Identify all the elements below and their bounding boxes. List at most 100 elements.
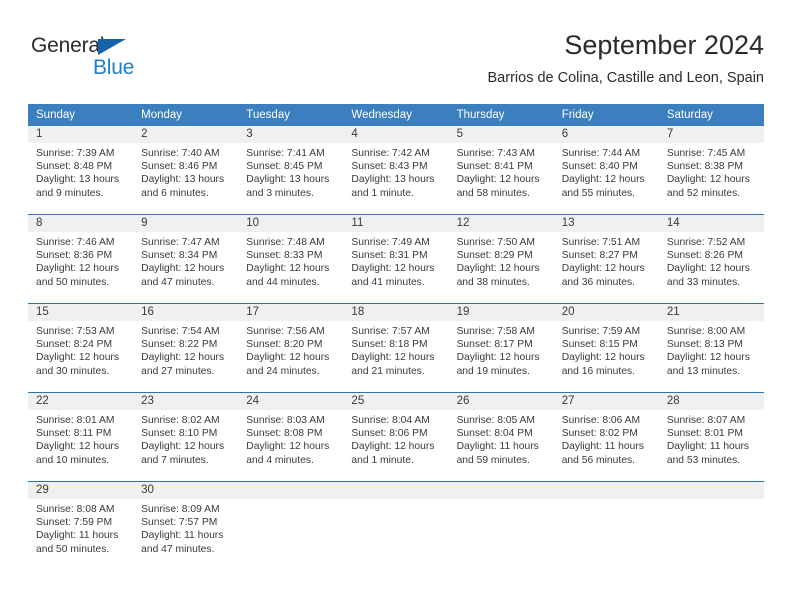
daylight-duration-line2: and 9 minutes. bbox=[36, 187, 104, 199]
calendar-day-cell[interactable]: 11 Sunrise: 7:49 AM Sunset: 8:31 PM Dayligh… bbox=[343, 215, 449, 303]
calendar-day-cell[interactable]: 26 Sunrise: 8:05 AM Sunset: 8:04 PM Dayligh… bbox=[448, 393, 554, 481]
day-number: 13 bbox=[553, 215, 659, 232]
daylight-duration-line1: Daylight: 12 hours bbox=[666, 174, 750, 186]
day-details: Sunrise: 7:51 AM Sunset: 8:27 PM Daylight:… bbox=[554, 232, 659, 289]
sunset-time: Sunset: 7:57 PM bbox=[141, 517, 218, 529]
day-number bbox=[553, 482, 659, 499]
calendar-week-row: 8 Sunrise: 7:46 AM Sunset: 8:36 PM Daylight… bbox=[28, 214, 764, 304]
daylight-duration-line1: Daylight: 12 hours bbox=[246, 441, 330, 453]
weekday-header-wednesday: Wednesday bbox=[343, 104, 449, 126]
sunrise-time: Sunrise: 8:06 AM bbox=[561, 415, 641, 426]
calendar-day-cell[interactable]: 29 Sunrise: 8:08 AM Sunset: 7:59 PM Dayligh… bbox=[28, 482, 134, 570]
page-subtitle: Barrios de Colina, Castille and Leon, Sp… bbox=[487, 70, 764, 86]
day-number: 19 bbox=[448, 304, 554, 321]
sunrise-time: Sunrise: 8:09 AM bbox=[141, 504, 220, 515]
daylight-duration-line2: and 56 minutes. bbox=[561, 454, 635, 466]
calendar-day-cell[interactable]: 9 Sunrise: 7:47 AM Sunset: 8:34 PM Daylight… bbox=[133, 215, 239, 303]
calendar-day-cell[interactable]: 27 Sunrise: 8:06 AM Sunset: 8:02 PM Dayligh… bbox=[553, 393, 659, 481]
daylight-duration-line2: and 33 minutes. bbox=[666, 276, 741, 288]
sunrise-time: Sunrise: 7:58 AM bbox=[456, 326, 535, 337]
calendar-day-cell[interactable]: 14 Sunrise: 7:52 AM Sunset: 8:26 PM Dayligh… bbox=[658, 215, 764, 303]
calendar-day-cell[interactable]: 21 Sunrise: 8:00 AM Sunset: 8:13 PM Dayligh… bbox=[658, 304, 764, 392]
daylight-duration-line1: Daylight: 11 hours bbox=[666, 441, 750, 453]
sunrise-time: Sunrise: 7:48 AM bbox=[246, 237, 325, 248]
calendar-day-cell-empty bbox=[448, 482, 554, 570]
day-number: 27 bbox=[553, 393, 659, 410]
daylight-duration-line2: and 30 minutes. bbox=[36, 365, 110, 377]
day-details: Sunrise: 7:43 AM Sunset: 8:41 PM Daylight:… bbox=[449, 143, 554, 200]
calendar-day-cell[interactable]: 10 Sunrise: 7:48 AM Sunset: 8:33 PM Dayligh… bbox=[238, 215, 344, 303]
day-details: Sunrise: 7:41 AM Sunset: 8:45 PM Daylight:… bbox=[238, 143, 343, 200]
sunrise-time: Sunrise: 8:05 AM bbox=[456, 415, 535, 426]
calendar-day-cell[interactable]: 30 Sunrise: 8:09 AM Sunset: 7:57 PM Dayligh… bbox=[133, 482, 239, 570]
calendar-day-cell[interactable]: 8 Sunrise: 7:46 AM Sunset: 8:36 PM Daylight… bbox=[28, 215, 134, 303]
day-number: 18 bbox=[343, 304, 449, 321]
sunrise-time: Sunrise: 8:00 AM bbox=[666, 326, 746, 337]
day-details: Sunrise: 8:01 AM Sunset: 8:11 PM Daylight:… bbox=[28, 410, 133, 467]
day-number: 12 bbox=[448, 215, 554, 232]
page-title: September 2024 bbox=[564, 30, 764, 60]
day-details: Sunrise: 7:42 AM Sunset: 8:43 PM Daylight:… bbox=[343, 143, 448, 200]
daylight-duration-line1: Daylight: 12 hours bbox=[36, 352, 119, 364]
sunrise-time: Sunrise: 7:52 AM bbox=[666, 237, 746, 248]
daylight-duration-line1: Daylight: 13 hours bbox=[351, 174, 435, 186]
day-number bbox=[448, 482, 554, 499]
calendar-day-cell[interactable]: 18 Sunrise: 7:57 AM Sunset: 8:18 PM Dayligh… bbox=[343, 304, 449, 392]
calendar-day-cell[interactable]: 15 Sunrise: 7:53 AM Sunset: 8:24 PM Dayligh… bbox=[28, 304, 134, 392]
daylight-duration-line2: and 10 minutes. bbox=[36, 454, 110, 466]
weekday-header-monday: Monday bbox=[133, 104, 239, 126]
calendar-day-cell[interactable]: 7 Sunrise: 7:45 AM Sunset: 8:38 PM Daylight… bbox=[658, 126, 764, 214]
daylight-duration-line1: Daylight: 11 hours bbox=[141, 530, 224, 542]
daylight-duration-line1: Daylight: 12 hours bbox=[246, 352, 330, 364]
calendar-day-cell[interactable]: 28 Sunrise: 8:07 AM Sunset: 8:01 PM Dayligh… bbox=[658, 393, 764, 481]
calendar-day-cell[interactable]: 16 Sunrise: 7:54 AM Sunset: 8:22 PM Dayligh… bbox=[133, 304, 239, 392]
sunset-time: Sunset: 8:38 PM bbox=[666, 161, 743, 173]
calendar-day-cell[interactable]: 17 Sunrise: 7:56 AM Sunset: 8:20 PM Dayligh… bbox=[238, 304, 344, 392]
calendar-day-cell[interactable]: 19 Sunrise: 7:58 AM Sunset: 8:17 PM Dayligh… bbox=[448, 304, 554, 392]
calendar-day-cell[interactable]: 12 Sunrise: 7:50 AM Sunset: 8:29 PM Dayligh… bbox=[448, 215, 554, 303]
sunset-time: Sunset: 7:59 PM bbox=[36, 517, 113, 529]
calendar-day-cell[interactable]: 23 Sunrise: 8:02 AM Sunset: 8:10 PM Dayligh… bbox=[133, 393, 239, 481]
calendar-day-cell[interactable]: 4 Sunrise: 7:42 AM Sunset: 8:43 PM Daylight… bbox=[343, 126, 449, 214]
daylight-duration-line1: Daylight: 12 hours bbox=[666, 263, 750, 275]
calendar-day-cell[interactable]: 22 Sunrise: 8:01 AM Sunset: 8:11 PM Dayligh… bbox=[28, 393, 134, 481]
sunset-time: Sunset: 8:18 PM bbox=[351, 339, 428, 351]
sunrise-time: Sunrise: 7:56 AM bbox=[246, 326, 325, 337]
calendar-day-cell-empty bbox=[343, 482, 449, 570]
sunrise-time: Sunrise: 8:04 AM bbox=[351, 415, 430, 426]
day-details: Sunrise: 7:59 AM Sunset: 8:15 PM Daylight:… bbox=[554, 321, 659, 378]
day-details: Sunrise: 8:05 AM Sunset: 8:04 PM Daylight:… bbox=[449, 410, 554, 467]
calendar-day-cell[interactable]: 13 Sunrise: 7:51 AM Sunset: 8:27 PM Dayligh… bbox=[553, 215, 659, 303]
sunset-time: Sunset: 8:46 PM bbox=[141, 161, 218, 173]
day-number: 1 bbox=[28, 126, 134, 143]
day-number: 11 bbox=[343, 215, 449, 232]
calendar-day-cell-empty bbox=[553, 482, 659, 570]
daylight-duration-line2: and 16 minutes. bbox=[561, 365, 635, 377]
calendar-day-cell[interactable]: 1 Sunrise: 7:39 AM Sunset: 8:48 PM Daylight… bbox=[28, 126, 134, 214]
sunrise-time: Sunrise: 8:01 AM bbox=[36, 415, 115, 426]
day-number: 29 bbox=[28, 482, 134, 499]
calendar-day-cell[interactable]: 24 Sunrise: 8:03 AM Sunset: 8:08 PM Dayligh… bbox=[238, 393, 344, 481]
sunrise-time: Sunrise: 7:51 AM bbox=[561, 237, 641, 248]
day-number: 28 bbox=[658, 393, 764, 410]
daylight-duration-line1: Daylight: 12 hours bbox=[246, 263, 330, 275]
daylight-duration-line2: and 1 minute. bbox=[351, 454, 414, 466]
daylight-duration-line1: Daylight: 12 hours bbox=[351, 263, 435, 275]
daylight-duration-line2: and 21 minutes. bbox=[351, 365, 425, 377]
calendar-day-cell[interactable]: 6 Sunrise: 7:44 AM Sunset: 8:40 PM Daylight… bbox=[553, 126, 659, 214]
sunset-time: Sunset: 8:48 PM bbox=[36, 161, 113, 173]
sunset-time: Sunset: 8:15 PM bbox=[561, 339, 638, 351]
calendar-day-cell[interactable]: 2 Sunrise: 7:40 AM Sunset: 8:46 PM Daylight… bbox=[133, 126, 239, 214]
calendar-day-cell[interactable]: 3 Sunrise: 7:41 AM Sunset: 8:45 PM Daylight… bbox=[238, 126, 344, 214]
calendar-day-cell[interactable]: 20 Sunrise: 7:59 AM Sunset: 8:15 PM Dayligh… bbox=[553, 304, 659, 392]
day-number: 10 bbox=[238, 215, 344, 232]
sunrise-time: Sunrise: 8:03 AM bbox=[246, 415, 325, 426]
sunset-time: Sunset: 8:06 PM bbox=[351, 428, 428, 440]
daylight-duration-line1: Daylight: 11 hours bbox=[456, 441, 539, 453]
calendar-day-cell[interactable]: 5 Sunrise: 7:43 AM Sunset: 8:41 PM Daylight… bbox=[448, 126, 554, 214]
sunset-time: Sunset: 8:17 PM bbox=[456, 339, 533, 351]
day-number: 14 bbox=[658, 215, 764, 232]
sunrise-time: Sunrise: 7:39 AM bbox=[36, 148, 115, 159]
calendar-day-cell[interactable]: 25 Sunrise: 8:04 AM Sunset: 8:06 PM Dayligh… bbox=[343, 393, 449, 481]
daylight-duration-line1: Daylight: 12 hours bbox=[666, 352, 750, 364]
